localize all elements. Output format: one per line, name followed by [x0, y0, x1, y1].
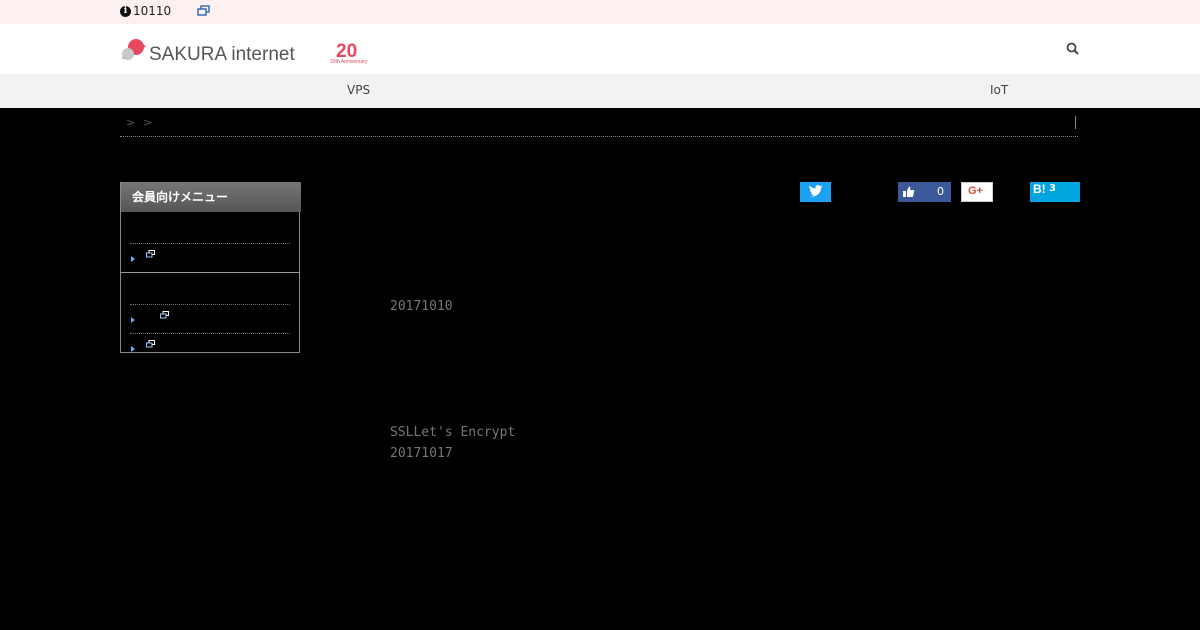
- article-date: 20171017: [390, 446, 453, 461]
- sidebar-section-divider: [121, 272, 299, 273]
- arrow-right-icon: [131, 256, 135, 262]
- notice-text: 10110: [133, 4, 172, 18]
- logo-text: SAKURA internet: [149, 44, 295, 65]
- main-nav: VPS IoT: [0, 74, 1200, 108]
- external-link-icon[interactable]: [160, 311, 169, 319]
- hatena-bookmark-count: 3: [1049, 183, 1056, 194]
- breadcrumb-separator: >: [143, 116, 153, 129]
- sidebar-title: 会員向けメニュー: [121, 182, 301, 212]
- twitter-share-button[interactable]: [800, 182, 831, 202]
- hatena-bookmark-button[interactable]: B! 3: [1030, 182, 1080, 202]
- facebook-like-button[interactable]: 0: [898, 182, 951, 202]
- nav-item-vps[interactable]: VPS: [347, 83, 370, 97]
- breadcrumb-separator: >: [126, 116, 136, 129]
- breadcrumb: > >: [120, 114, 1078, 137]
- sidebar-divider: [130, 333, 290, 334]
- nav-item-iot[interactable]: IoT: [990, 83, 1008, 97]
- search-icon[interactable]: [1066, 42, 1079, 55]
- google-plus-icon: G+: [968, 185, 983, 197]
- site-header: SAKURA internet 20 20th Anniversary: [0, 24, 1200, 74]
- article-date: 20171010: [390, 299, 453, 314]
- hatena-bookmark-icon: B!: [1033, 182, 1046, 196]
- sidebar-divider: [130, 243, 290, 244]
- google-plus-button[interactable]: G+: [961, 182, 993, 202]
- external-link-icon[interactable]: [146, 250, 155, 258]
- top-notice-bar: i 10110: [0, 0, 1200, 24]
- info-icon: i: [120, 5, 131, 17]
- thumbs-up-icon: [903, 186, 915, 197]
- external-link-icon[interactable]: [197, 5, 210, 17]
- twitter-icon: [809, 185, 823, 197]
- external-link-icon[interactable]: [146, 340, 155, 348]
- arrow-right-icon: [131, 346, 135, 352]
- article-title[interactable]: SSLLet's Encrypt: [390, 425, 515, 440]
- notice[interactable]: i 10110: [120, 4, 171, 18]
- facebook-like-count: 0: [937, 185, 944, 198]
- arrow-right-icon: [131, 317, 135, 323]
- anniversary-sub: 20th Anniversary: [330, 59, 368, 65]
- sidebar-divider: [130, 304, 290, 305]
- breadcrumb-divider: [1075, 116, 1076, 129]
- sakura-internet-logo[interactable]: SAKURA internet 20 20th Anniversary: [120, 37, 380, 65]
- member-sidebar: 会員向けメニュー: [120, 182, 301, 353]
